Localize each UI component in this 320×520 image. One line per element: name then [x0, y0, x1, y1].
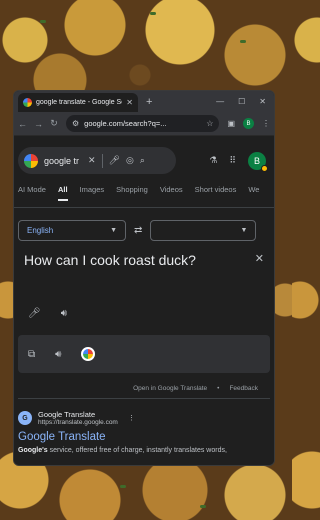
avatar-initial: B	[253, 155, 260, 166]
search-result: G Google Translate https://translate.goo…	[14, 399, 274, 454]
chevron-down-icon: ▼	[240, 227, 248, 234]
google-logo-icon[interactable]	[24, 153, 38, 168]
result-site-name: Google Translate	[38, 410, 96, 419]
result-url: https://translate.google.com	[38, 419, 118, 426]
header-actions: ⚗ ⠿ B	[209, 151, 270, 172]
microphone-icon[interactable]: 🎤︎	[28, 308, 41, 319]
source-text-area[interactable]: How can I cook roast duck? ✕	[14, 241, 274, 268]
open-in-translate-link[interactable]: Open in Google Translate	[133, 385, 207, 392]
tab-all[interactable]: All	[57, 185, 68, 201]
translate-footer: Open in Google Translate • Feedback	[14, 373, 274, 392]
close-window-icon[interactable]: ✕	[259, 97, 266, 106]
browser-window: google translate - Google Sea ✕ + — ☐ ✕ …	[13, 90, 275, 466]
clear-search-icon[interactable]: ✕	[88, 155, 96, 166]
maximize-icon[interactable]: ☐	[238, 97, 245, 106]
new-tab-button[interactable]: +	[146, 96, 152, 108]
reload-icon[interactable]: ↻	[50, 118, 58, 129]
separator: •	[217, 385, 220, 392]
tab-title: google translate - Google Sea	[36, 99, 123, 106]
speaker-icon[interactable]: 🔊︎	[61, 308, 67, 319]
google-favicon-icon	[23, 98, 32, 107]
browser-toolbar: ← → ↻ ⚙ google.com/search?q=... ☆ ▣ B ⋮	[14, 112, 274, 136]
tab-images[interactable]: Images	[80, 185, 105, 207]
tab-shopping[interactable]: Shopping	[116, 185, 148, 207]
menu-kebab-icon[interactable]: ⋮	[262, 119, 270, 128]
tab-videos[interactable]: Videos	[160, 185, 183, 207]
feedback-link[interactable]: Feedback	[229, 385, 258, 392]
divider	[101, 153, 103, 168]
background-herb	[150, 12, 156, 15]
translate-language-bar: English ▼ ⇄ ▼	[14, 208, 274, 241]
snippet-bold: Google's	[18, 447, 48, 454]
background-herb	[40, 20, 46, 23]
profile-avatar[interactable]: B	[243, 118, 254, 129]
title-bar: google translate - Google Sea ✕ + — ☐ ✕	[14, 91, 274, 112]
translation-output: ⧉ 🔊︎	[18, 335, 270, 373]
source-actions: 🎤︎ 🔊︎	[14, 268, 274, 319]
tab-short-videos[interactable]: Short videos	[195, 185, 237, 207]
tab-ai-mode[interactable]: AI Mode	[18, 185, 46, 207]
lens-icon[interactable]: ◎	[126, 155, 134, 166]
site-info-icon[interactable]: ⚙	[72, 119, 79, 128]
chevron-down-icon: ▼	[110, 227, 117, 234]
search-tabs: AI Mode All Images Shopping Videos Short vide…	[14, 174, 274, 208]
copy-icon[interactable]: ⧉	[28, 349, 35, 360]
swap-languages-icon[interactable]: ⇄	[134, 225, 142, 236]
background-herb	[240, 40, 246, 43]
result-title-link[interactable]: Google Translate	[18, 426, 270, 443]
tab-we[interactable]: We	[248, 185, 259, 207]
search-query[interactable]: google tr	[44, 156, 82, 166]
back-icon[interactable]: ←	[18, 119, 27, 129]
source-language-select[interactable]: English ▼	[18, 220, 126, 241]
url-text: google.com/search?q=...	[84, 119, 167, 128]
more-options-icon[interactable]: ⋮	[128, 414, 135, 422]
clear-text-icon[interactable]: ✕	[255, 252, 264, 268]
address-bar[interactable]: ⚙ google.com/search?q=... ☆	[66, 115, 220, 132]
snippet-text: service, offered free of charge, instant…	[47, 447, 227, 454]
background-herb	[120, 485, 126, 488]
search-results-page: google tr ✕ 🎤︎ ◎ ⌕ ⚗ ⠿ B AI Mode All Image…	[14, 137, 274, 465]
background-herb	[200, 505, 206, 508]
result-source-text: Google Translate https://translate.googl…	[38, 410, 118, 426]
bookmark-star-icon[interactable]: ☆	[206, 119, 213, 128]
speaker-icon[interactable]: 🔊︎	[55, 349, 61, 360]
result-source[interactable]: G Google Translate https://translate.goo…	[18, 410, 270, 426]
browser-tab[interactable]: google translate - Google Sea ✕	[18, 93, 138, 112]
google-logo-icon	[81, 347, 96, 361]
search-header: google tr ✕ 🎤︎ ◎ ⌕ ⚗ ⠿ B	[14, 137, 274, 174]
account-avatar[interactable]: B	[248, 151, 268, 172]
source-language-label: English	[27, 226, 54, 235]
search-icon[interactable]: ⌕	[140, 155, 145, 166]
result-snippet: Google's service, offered free of charge…	[18, 443, 270, 454]
microphone-icon[interactable]: 🎤︎	[109, 155, 120, 166]
minimize-icon[interactable]: —	[216, 97, 224, 106]
apps-grid-icon[interactable]: ⠿	[229, 155, 236, 166]
search-box[interactable]: google tr ✕ 🎤︎ ◎ ⌕	[18, 147, 176, 174]
close-tab-icon[interactable]: ✕	[126, 98, 133, 107]
source-text[interactable]: How can I cook roast duck?	[24, 252, 196, 268]
translate-favicon-icon: G	[18, 411, 32, 425]
window-controls: — ☐ ✕	[216, 97, 274, 106]
notification-badge	[261, 164, 268, 172]
tab-search-icon[interactable]: ▣	[227, 119, 235, 128]
forward-icon[interactable]: →	[34, 119, 43, 129]
labs-flask-icon[interactable]: ⚗	[209, 155, 217, 166]
target-language-select[interactable]: ▼	[150, 220, 257, 241]
